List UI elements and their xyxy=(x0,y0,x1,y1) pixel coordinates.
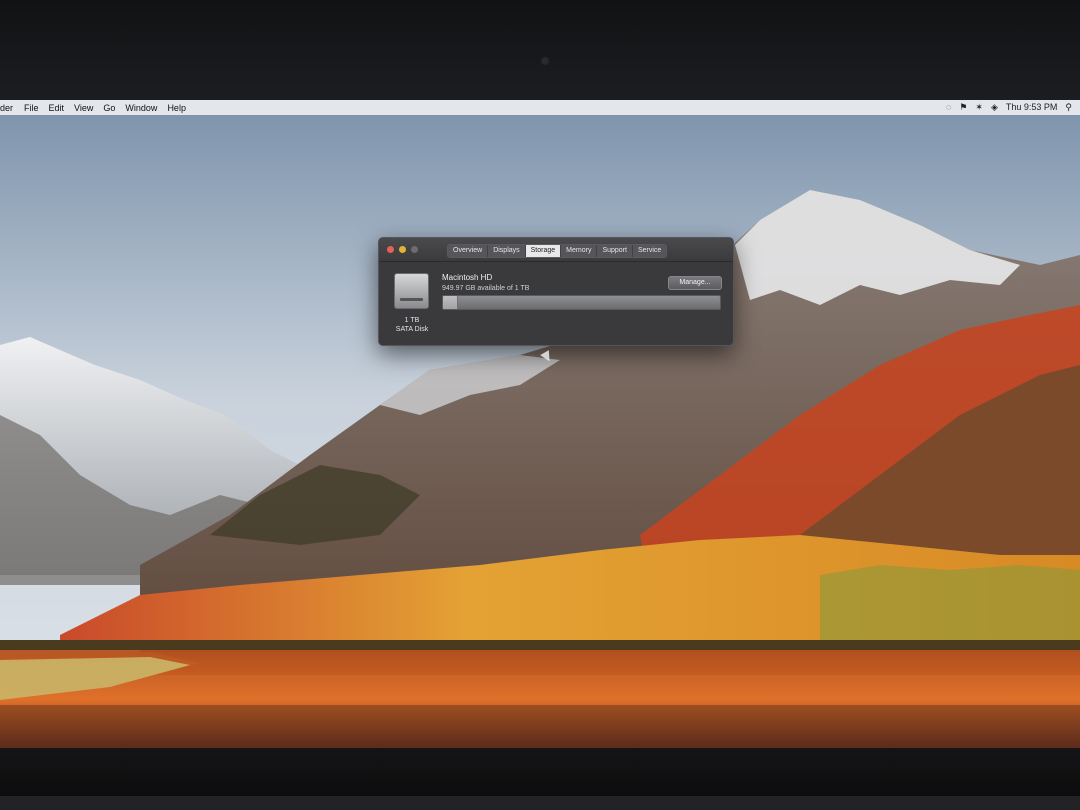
search-icon[interactable]: ⚲ xyxy=(1065,100,1072,115)
manage-button[interactable]: Manage... xyxy=(668,276,722,290)
tab-overview[interactable]: Overview xyxy=(448,245,489,257)
about-this-mac-window: Overview Displays Storage Memory Support… xyxy=(378,237,734,346)
hard-disk-icon xyxy=(394,273,429,309)
screen: der File Edit View Go Window Help ◌ ⚑ ✶ … xyxy=(0,100,1080,748)
tab-memory[interactable]: Memory xyxy=(561,245,598,257)
creative-cloud-icon[interactable]: ◌ xyxy=(946,100,951,115)
clock[interactable]: Thu 9:53 PM xyxy=(1006,100,1058,115)
zoom-button xyxy=(411,246,418,253)
tab-service[interactable]: Service xyxy=(632,245,667,257)
status-area: ◌ ⚑ ✶ ◈ Thu 9:53 PM ⚲ xyxy=(946,100,1072,115)
flag-icon[interactable]: ⚑ xyxy=(959,100,967,115)
storage-usage-bar xyxy=(442,295,721,310)
menu-go[interactable]: Go xyxy=(103,103,122,113)
disk-type-label: SATA Disk xyxy=(395,326,429,333)
tab-displays[interactable]: Displays xyxy=(488,245,526,257)
available-space-text: 949.97 GB available of 1 TB xyxy=(442,285,530,292)
storage-used-segment xyxy=(443,296,458,309)
volume-name: Macintosh HD xyxy=(442,273,493,282)
desk-surface xyxy=(0,796,1080,810)
tab-support[interactable]: Support xyxy=(597,245,633,257)
minimize-button[interactable] xyxy=(399,246,406,253)
disk-size-label: 1 TB xyxy=(404,317,420,324)
monitor-top-bezel xyxy=(0,0,1080,100)
menu-file[interactable]: File xyxy=(24,103,46,113)
desktop-wallpaper xyxy=(0,115,1080,748)
tab-bar: Overview Displays Storage Memory Support… xyxy=(447,244,668,258)
menu-bar: der File Edit View Go Window Help ◌ ⚑ ✶ … xyxy=(0,100,1080,115)
tab-storage[interactable]: Storage xyxy=(525,245,562,257)
window-titlebar: Overview Displays Storage Memory Support… xyxy=(379,238,733,262)
menu-view[interactable]: View xyxy=(74,103,100,113)
menu-app-name[interactable]: der xyxy=(0,103,21,113)
menu-help[interactable]: Help xyxy=(167,103,193,113)
menu-edit[interactable]: Edit xyxy=(49,103,72,113)
wifi-icon[interactable]: ◈ xyxy=(991,100,998,115)
close-button[interactable] xyxy=(387,246,394,253)
camera-icon xyxy=(540,56,550,66)
menu-window[interactable]: Window xyxy=(125,103,164,113)
bluetooth-icon[interactable]: ✶ xyxy=(975,100,983,115)
